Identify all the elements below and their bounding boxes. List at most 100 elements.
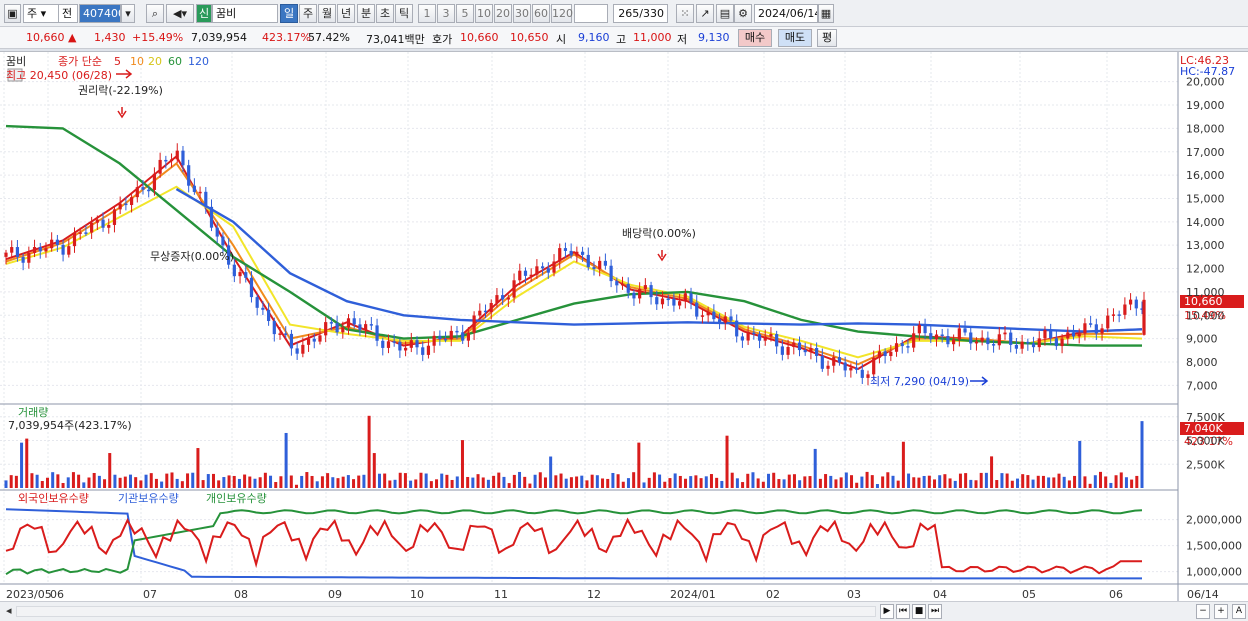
- candle-body: [837, 357, 842, 363]
- scroll-left-icon[interactable]: ◂: [6, 604, 12, 617]
- candle-body: [512, 280, 516, 298]
- nav-next-icon[interactable]: ▶: [880, 604, 894, 619]
- chart-tool-icon[interactable]: ↗: [696, 4, 714, 23]
- volume-bar: [66, 477, 70, 488]
- candle-body: [1043, 329, 1047, 339]
- candle-body: [1054, 338, 1058, 347]
- speaker-icon[interactable]: ◀▾: [166, 4, 194, 23]
- legend-ma10: 10: [130, 55, 144, 68]
- code-dropdown-icon[interactable]: ▾: [121, 4, 135, 23]
- candle-body: [1128, 299, 1133, 305]
- interval-1[interactable]: 1: [418, 4, 436, 23]
- scroll-bar[interactable]: ◂ ▶ ⏮ ■ ⏭ − + A: [0, 601, 1248, 621]
- volume-bar: [315, 481, 319, 488]
- count-display[interactable]: 265/330: [613, 4, 668, 23]
- date-input[interactable]: 2024/06/14: [754, 4, 818, 23]
- candle-body: [1009, 332, 1013, 345]
- nav-last-icon[interactable]: ⏭: [928, 604, 942, 619]
- candle-body: [392, 341, 396, 343]
- holding-y-tick: 1,000,000: [1186, 566, 1242, 579]
- interval-input[interactable]: [574, 4, 608, 23]
- period-day[interactable]: 일: [280, 4, 298, 23]
- chart-window: ▣ 주 ▾ 전 407400 ▾ ⌕ ◀▾ 신 꿈비 일 주 월 년 분 초 틱…: [0, 0, 1248, 621]
- candle-body: [324, 322, 328, 336]
- interval-10[interactable]: 10: [475, 4, 493, 23]
- volume-bar: [305, 472, 309, 488]
- candle-body: [478, 310, 482, 316]
- candle-body: [1020, 341, 1024, 349]
- period-minute[interactable]: 분: [357, 4, 375, 23]
- font-size-icon[interactable]: A: [1232, 604, 1246, 619]
- calendar-icon[interactable]: ▦: [818, 4, 834, 23]
- kind-button[interactable]: 전: [58, 4, 78, 23]
- candle-body: [843, 362, 847, 371]
- volume-bar: [730, 472, 734, 488]
- volume-bar: [502, 476, 506, 488]
- x-tick-label: 09: [328, 588, 342, 601]
- period-tick[interactable]: 틱: [395, 4, 413, 23]
- code-input[interactable]: 407400: [79, 4, 121, 23]
- volume-bar: [606, 478, 610, 488]
- price-panel-title: 꿈비: [6, 55, 26, 68]
- interval-5[interactable]: 5: [456, 4, 474, 23]
- interval-30[interactable]: 30: [513, 4, 531, 23]
- volume-bar: [165, 473, 169, 488]
- bid-price-1: 10,660: [460, 31, 499, 44]
- period-second[interactable]: 초: [376, 4, 394, 23]
- candle-body: [963, 328, 967, 333]
- gear-icon[interactable]: ⚙: [734, 4, 752, 23]
- grid-icon[interactable]: ⁙: [676, 4, 694, 23]
- period-week[interactable]: 주: [299, 4, 317, 23]
- period-year[interactable]: 년: [337, 4, 355, 23]
- period-month[interactable]: 월: [318, 4, 336, 23]
- candle-body: [61, 244, 65, 255]
- volume-bar: [839, 477, 843, 488]
- zoom-out-icon[interactable]: −: [1196, 604, 1210, 619]
- interval-120[interactable]: 120: [551, 4, 573, 23]
- nav-stop-icon[interactable]: ■: [912, 604, 926, 619]
- save-icon[interactable]: ▤: [716, 4, 734, 23]
- buy-button[interactable]: 매수: [738, 29, 772, 47]
- search-icon[interactable]: ⌕: [146, 4, 164, 23]
- candle-body: [580, 251, 585, 255]
- candle-body: [1031, 343, 1036, 348]
- candle-body: [272, 321, 276, 335]
- volume-bar: [575, 476, 579, 488]
- candle-body: [535, 266, 539, 275]
- sell-button[interactable]: 매도: [778, 29, 812, 47]
- candle-body: [421, 347, 425, 355]
- turnover: 57.42%: [308, 31, 350, 44]
- zoom-in-icon[interactable]: +: [1214, 604, 1228, 619]
- scroll-track[interactable]: [16, 606, 876, 617]
- volume-bar: [196, 448, 200, 488]
- volume-bar: [772, 472, 776, 488]
- candle-body: [198, 191, 202, 194]
- volume-bar: [217, 480, 221, 488]
- candle-body: [1049, 329, 1053, 339]
- vol-ratio: 423.17%: [262, 31, 311, 44]
- candle-body: [415, 340, 419, 348]
- interval-3[interactable]: 3: [437, 4, 455, 23]
- interval-20[interactable]: 20: [494, 4, 512, 23]
- eval-button[interactable]: 평: [817, 29, 837, 47]
- x-tick-label: 12: [587, 588, 601, 601]
- chart-area[interactable]: 꿈비 종가 단순 5 10 20 60 120 최고 20,450 (06/28…: [0, 51, 1248, 604]
- volume-bar: [1088, 483, 1092, 488]
- candle-body: [21, 257, 25, 263]
- price-y-tick: 11,000: [1186, 286, 1225, 299]
- market-select[interactable]: 주 ▾: [23, 4, 59, 23]
- interval-60[interactable]: 60: [532, 4, 550, 23]
- layout-icon[interactable]: ▣: [4, 4, 21, 23]
- volume-bar: [300, 475, 304, 488]
- nav-first-icon[interactable]: ⏮: [896, 604, 910, 619]
- volume-bar: [860, 476, 864, 488]
- x-tick-label: 06: [1109, 588, 1123, 601]
- candle-body: [969, 332, 973, 344]
- chart-svg[interactable]: 꿈비 종가 단순 5 10 20 60 120 최고 20,450 (06/28…: [0, 52, 1248, 604]
- candle-body: [118, 203, 122, 210]
- candle-body: [723, 316, 727, 323]
- candle-body: [90, 222, 94, 233]
- candle-body: [72, 232, 77, 247]
- volume-bar: [269, 475, 273, 488]
- high-label: 고: [616, 33, 627, 46]
